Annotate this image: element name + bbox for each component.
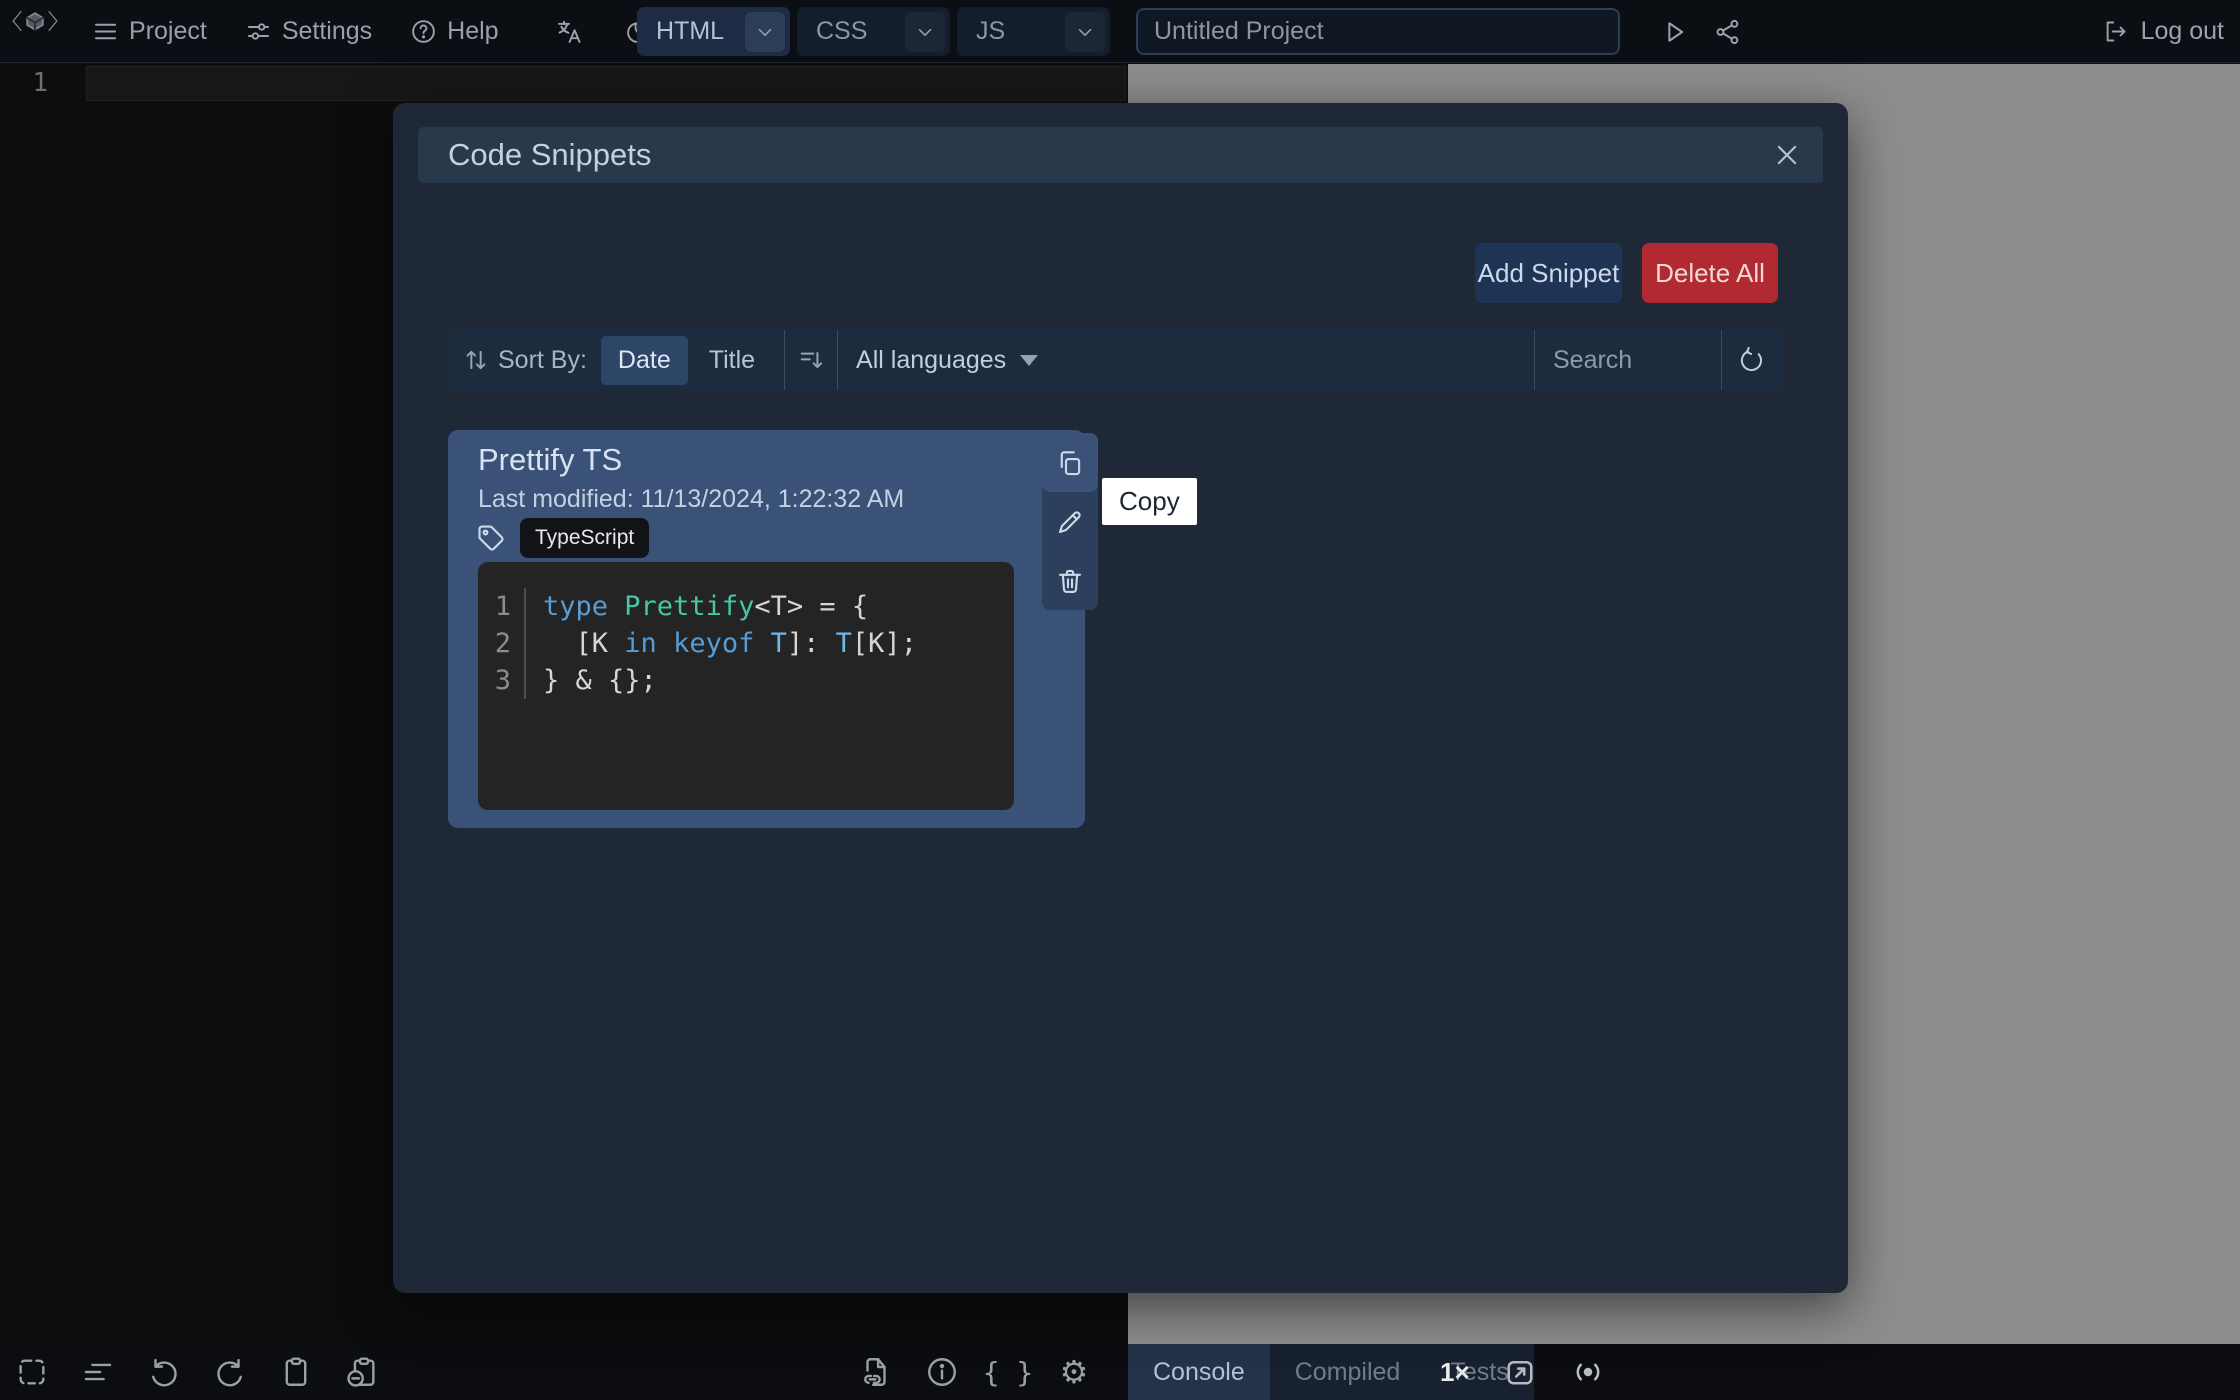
delete-snippet-button[interactable]	[1042, 551, 1098, 610]
share-icon	[1714, 18, 1742, 46]
open-preview-button[interactable]	[1502, 1344, 1538, 1400]
code-snippets-modal: Code Snippets Add Snippet Delete All Sor…	[393, 103, 1848, 1293]
editor-line-number: 1	[20, 68, 48, 98]
language-filter-dropdown[interactable]: All languages	[856, 346, 1006, 375]
paste-special-button[interactable]	[344, 1344, 380, 1400]
caret-down-icon	[1020, 355, 1038, 366]
sort-updown-icon	[462, 346, 490, 374]
logout-button[interactable]: Log out	[2102, 0, 2224, 63]
snippet-title: Prettify TS	[478, 442, 622, 478]
top-bar: Project Settings Help HTML C	[0, 0, 2240, 63]
logout-label: Log out	[2141, 17, 2224, 46]
code-line: 3} & {};	[478, 662, 1014, 699]
undo-button[interactable]	[146, 1344, 182, 1400]
modal-actions: Add Snippet Delete All	[1475, 243, 1778, 303]
logout-icon	[2102, 18, 2129, 45]
menu-item-label: Project	[129, 17, 207, 46]
refresh-button[interactable]	[1722, 330, 1782, 390]
live-broadcast-button[interactable]	[1570, 1344, 1606, 1400]
run-button[interactable]	[1646, 0, 1702, 63]
menu-item-settings[interactable]: Settings	[233, 17, 384, 46]
snippet-card-row: Prettify TS Last modified: 11/13/2024, 1…	[448, 430, 1208, 840]
sort-date-button[interactable]: Date	[601, 336, 688, 385]
hamburger-icon	[92, 18, 119, 45]
modal-header: Code Snippets	[418, 127, 1823, 183]
modal-title: Code Snippets	[448, 137, 651, 173]
editor-tabs: HTML CSS JS	[637, 7, 1110, 56]
tab-label: CSS	[816, 17, 867, 46]
chevron-down-icon[interactable]	[745, 12, 785, 52]
translate-icon	[555, 18, 583, 46]
code-line: 1type Prettify<T> = {	[478, 588, 1014, 625]
playback-speed-button[interactable]: 1×	[1440, 1344, 1470, 1400]
translate-button[interactable]	[541, 0, 597, 63]
delete-all-button[interactable]: Delete All	[1642, 243, 1778, 303]
copy-snippet-button[interactable]	[1042, 433, 1098, 492]
sort-by-label: Sort By:	[498, 346, 587, 375]
copy-tooltip: Copy	[1102, 478, 1197, 525]
share-button[interactable]	[1700, 0, 1756, 63]
tab-compiled[interactable]: Compiled	[1270, 1344, 1426, 1400]
snippet-last-modified: Last modified: 11/13/2024, 1:22:32 AM	[478, 485, 904, 514]
panel-tabs: Console Compiled Tests	[1128, 1344, 1534, 1400]
help-circle-icon	[410, 18, 437, 45]
tab-html[interactable]: HTML	[637, 7, 790, 56]
select-all-button[interactable]	[14, 1344, 50, 1400]
braces-button[interactable]: { }	[990, 1344, 1026, 1400]
tab-console[interactable]: Console	[1128, 1344, 1270, 1400]
code-lines: 1type Prettify<T> = {2 [K in keyof T]: T…	[478, 588, 1014, 699]
menu-item-help[interactable]: Help	[398, 17, 510, 46]
format-code-button[interactable]	[80, 1344, 116, 1400]
menu-item-label: Help	[447, 17, 498, 46]
edit-snippet-button[interactable]	[1042, 492, 1098, 551]
tab-label: HTML	[656, 17, 724, 46]
gear-button[interactable]: ⚙	[1056, 1344, 1092, 1400]
tab-label: JS	[976, 17, 1005, 46]
sort-title-button[interactable]: Title	[692, 336, 772, 385]
clipboard-button[interactable]	[278, 1344, 314, 1400]
snippet-code-block: 1type Prettify<T> = {2 [K in keyof T]: T…	[478, 562, 1014, 810]
play-icon	[1660, 18, 1688, 46]
chevron-down-icon[interactable]	[1065, 12, 1105, 52]
project-name-input[interactable]	[1136, 8, 1620, 55]
app-screen: 1 Project Settings Help	[0, 0, 2240, 1400]
snippet-toolbar: Sort By: Date Title All languages	[448, 330, 1782, 390]
editor-current-line[interactable]	[86, 66, 1126, 101]
editor-tools: { } ⚙	[858, 1344, 1092, 1400]
sort-descending-button[interactable]	[797, 346, 825, 374]
app-logo-icon	[10, 7, 60, 35]
close-icon[interactable]	[1765, 135, 1809, 175]
snippet-action-strip	[1042, 433, 1098, 610]
tab-js[interactable]: JS	[957, 7, 1110, 56]
editor-toolbar	[14, 1344, 380, 1400]
redo-button[interactable]	[212, 1344, 248, 1400]
file-link-button[interactable]	[858, 1344, 894, 1400]
chevron-down-icon[interactable]	[905, 12, 945, 52]
info-button[interactable]	[924, 1344, 960, 1400]
snippet-tags: TypeScript	[476, 518, 649, 558]
tag-icon	[476, 523, 506, 553]
menu-item-project[interactable]: Project	[80, 17, 219, 46]
bottom-bar: { } ⚙ Console Compiled Tests 1×	[0, 1344, 2240, 1400]
main-menu: Project Settings Help	[80, 0, 665, 63]
menu-item-label: Settings	[282, 17, 372, 46]
code-line: 2 [K in keyof T]: T[K];	[478, 625, 1014, 662]
add-snippet-button[interactable]: Add Snippet	[1475, 243, 1622, 303]
language-badge: TypeScript	[520, 518, 649, 558]
sliders-icon	[245, 18, 272, 45]
tab-css[interactable]: CSS	[797, 7, 950, 56]
snippet-card[interactable]: Prettify TS Last modified: 11/13/2024, 1…	[448, 430, 1085, 828]
search-input[interactable]	[1535, 330, 1721, 390]
